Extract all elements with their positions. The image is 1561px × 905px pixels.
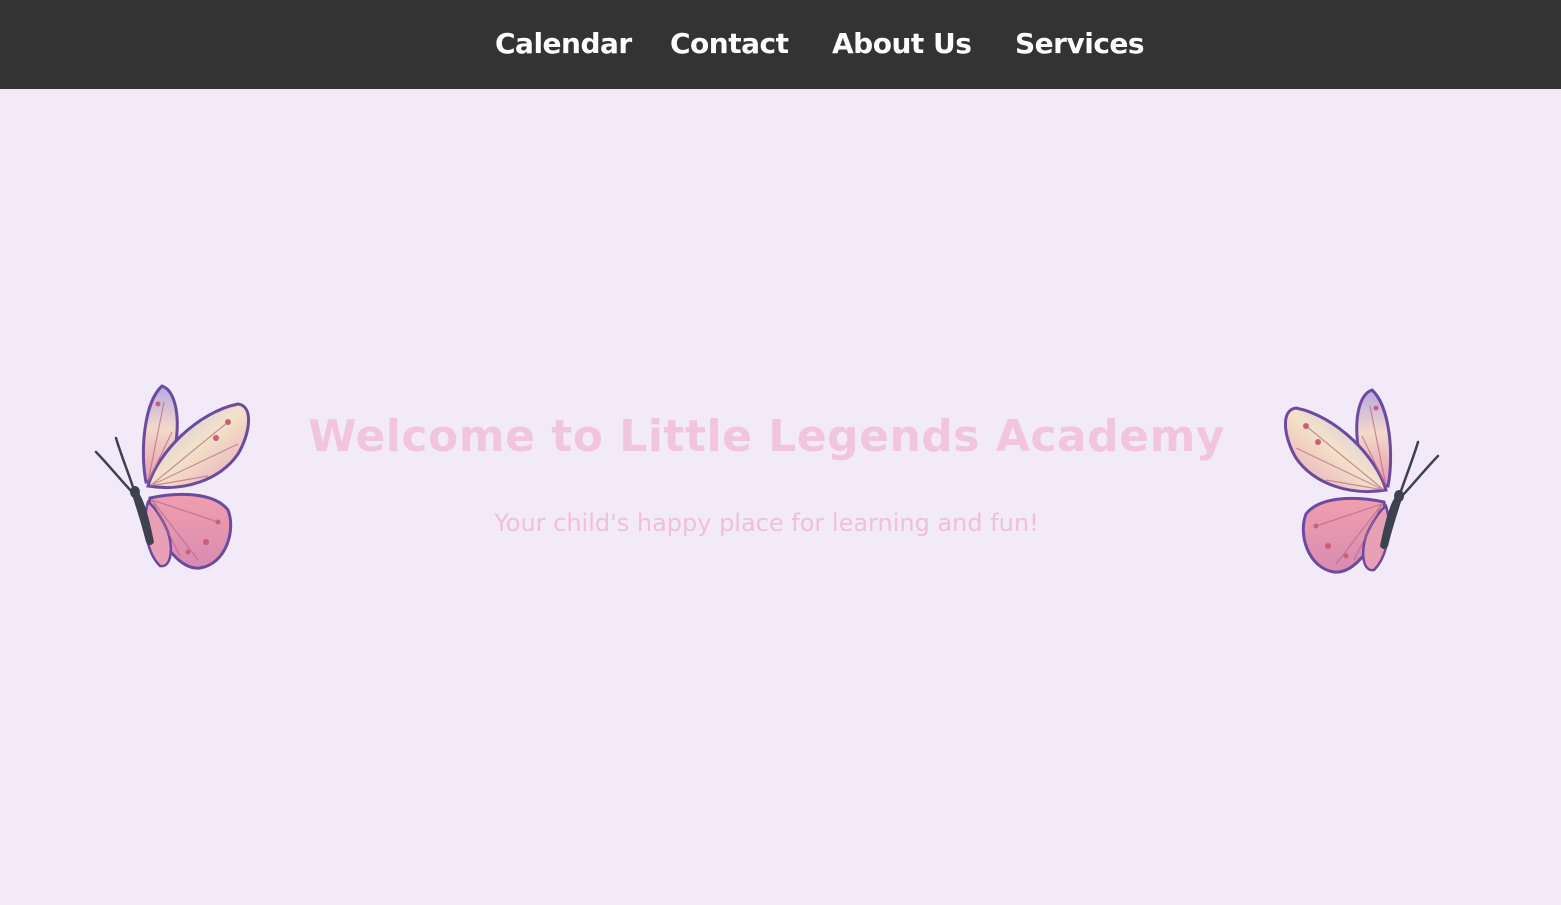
nav-link-about-us[interactable]: About Us xyxy=(832,24,972,64)
nav-link-contact[interactable]: Contact xyxy=(670,24,789,64)
nav-link-services[interactable]: Services xyxy=(1015,24,1145,64)
butterfly-icon xyxy=(1283,388,1440,574)
top-navigation-bar: Calendar Contact About Us Services xyxy=(0,0,1561,89)
butterfly-icon xyxy=(94,384,251,570)
nav-link-calendar[interactable]: Calendar xyxy=(495,24,632,64)
